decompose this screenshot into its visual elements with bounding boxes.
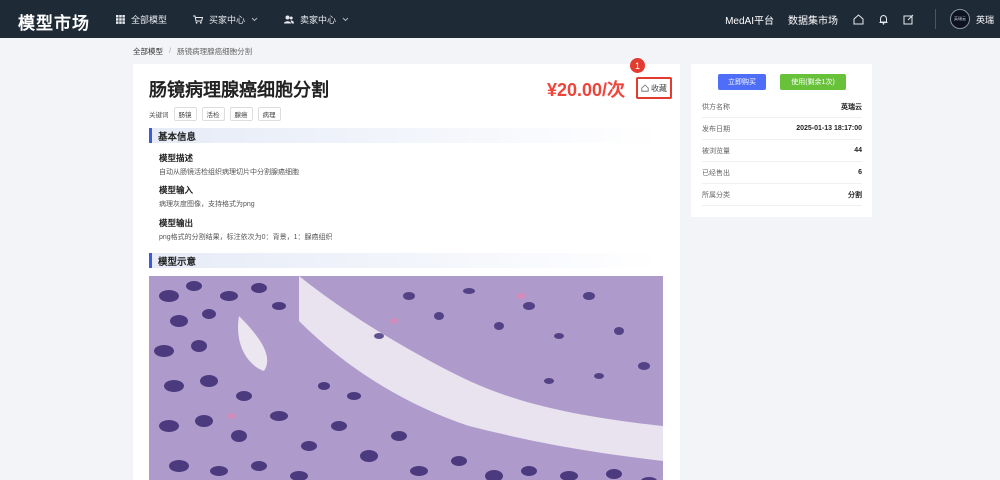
buy-now-button[interactable]: 立即购买 [718,74,766,90]
right-nav: MedAI平台 数据集市场 英瑞云 英瑞 [725,0,1000,38]
cart-icon [193,15,204,24]
keyword-tag[interactable]: 病理 [257,107,281,121]
breadcrumb-current: 肠镜病理腺癌细胞分割 [177,47,253,56]
page-title: 肠镜病理腺癌细胞分割 [149,80,329,100]
dataset-market-link[interactable]: 数据集市场 [788,12,838,27]
nav-divider [934,9,936,29]
favorite-button[interactable]: 收藏 [636,77,672,99]
info-label: 供方名称 [702,103,730,111]
model-input-text: 病理灰度图像，支持格式为png [159,201,255,208]
model-description-title: 模型描述 [159,153,194,163]
chevron-down-icon [251,17,258,21]
brand-title[interactable]: 模型市场 [18,9,90,34]
breadcrumb: 全部模型 / 肠镜病理腺癌细胞分割 [133,46,252,57]
nav-buyer-center-label: 买家中心 [209,14,246,25]
info-value: 6 [858,169,862,176]
edit-icon[interactable] [902,12,916,26]
keyword-tag[interactable]: 肠镜 [173,107,197,121]
info-label: 被浏览量 [702,147,730,155]
section-basic-info: 基本信息 [149,128,663,143]
info-value: 英瑞云 [841,103,862,111]
keywords-label: 关键词 [149,112,169,119]
info-label: 已经售出 [702,169,730,177]
info-row-category: 所属分类 分割 [702,184,862,206]
breadcrumb-separator: / [169,46,172,55]
info-row-views: 被浏览量 44 [702,140,862,162]
model-output-title: 模型输出 [159,218,194,228]
avatar[interactable]: 英瑞云 [949,9,970,29]
nav-seller-center-label: 卖家中心 [300,14,337,25]
nav-all-models-label: 全部模型 [131,14,168,25]
favorite-label: 收藏 [651,83,667,93]
use-button[interactable]: 使用(剩余1次) [780,74,846,90]
nav-all-models[interactable]: 全部模型 [116,13,167,26]
top-navbar: 模型市场 全部模型 买家中心 卖家中心 MedAI平台 数据集市场 英瑞云 英瑞 [0,0,1000,38]
users-icon [284,15,295,23]
model-input-title: 模型输入 [159,185,194,195]
purchase-info-card: 立即购买 使用(剩余1次) 供方名称 英瑞云 发布日期 2025-01-13 1… [691,64,872,217]
section-model-demo: 模型示意 [149,253,663,268]
pathology-image [149,276,663,480]
keyword-tag[interactable]: 腺癌 [229,107,253,121]
model-description-text: 自动从肠镜活检组织病理切片中分割腺癌细胞 [159,169,299,176]
keyword-list: 关键词 肠镜 活检 腺癌 病理 [149,107,281,121]
avatar-text: 英瑞云 [953,16,966,21]
bell-icon[interactable] [877,12,891,26]
chevron-down-icon [342,17,349,21]
info-value: 2025-01-13 18:17:00 [796,125,862,132]
info-value: 44 [854,147,862,154]
keyword-tag[interactable]: 活检 [201,107,225,121]
info-row-provider: 供方名称 英瑞云 [702,96,862,118]
breadcrumb-home[interactable]: 全部模型 [133,46,163,57]
info-label: 发布日期 [702,125,730,133]
info-value: 分割 [848,191,862,199]
nav-seller-center[interactable]: 卖家中心 [284,13,349,26]
annotation-marker: 1 [630,58,645,73]
info-row-sold: 已经售出 6 [702,162,862,184]
main-nav: 全部模型 买家中心 卖家中心 [116,0,349,38]
medai-platform-link[interactable]: MedAI平台 [725,12,774,27]
info-row-publish-date: 发布日期 2025-01-13 18:17:00 [702,118,862,140]
product-detail-card: 肠镜病理腺癌细胞分割 ¥20.00/次 收藏 1 关键词 肠镜 活检 腺癌 病理… [133,58,680,480]
info-label: 所属分类 [702,191,730,199]
nav-buyer-center[interactable]: 买家中心 [193,13,258,26]
home-outline-icon [641,84,649,92]
grid-icon [116,14,125,24]
username[interactable]: 英瑞 [976,13,994,26]
model-output-text: png格式的分割结果，标注依次为0：背景，1：腺癌组织 [159,234,333,241]
home-icon[interactable] [852,12,866,26]
price-label: ¥20.00/次 [547,80,626,100]
